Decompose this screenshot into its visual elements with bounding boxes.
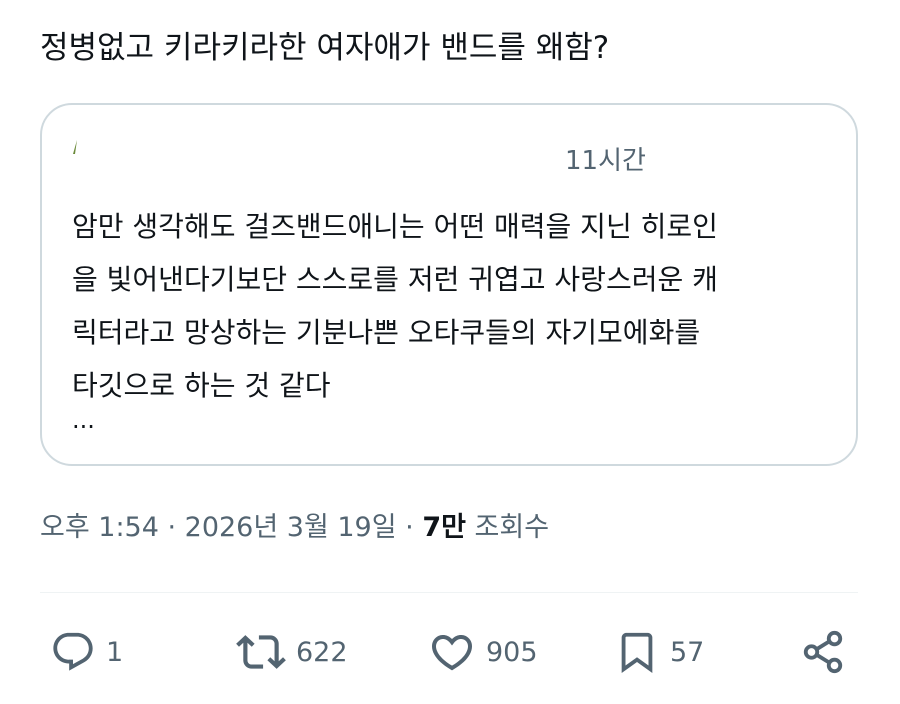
retweet-button[interactable]: 622 xyxy=(236,620,348,684)
quoted-tweet-card[interactable]: 11시간 암만 생각해도 걸즈밴드애니는 어떤 매력을 지닌 히로인 을 빛어낸… xyxy=(40,103,858,466)
share-icon xyxy=(803,630,843,674)
share-button[interactable] xyxy=(800,620,846,684)
quoted-timestamp[interactable]: 11시간 xyxy=(565,143,646,179)
action-bar: 1 622 905 57 xyxy=(0,620,900,684)
quoted-text-line: 을 빛어낸다기보단 스스로를 저런 귀엽고 사랑스러운 캐 xyxy=(72,263,718,296)
tweet-detail: 정병없고 키라키라한 여자애가 밴드를 왜함? 11시간 암만 생각해도 걸즈밴… xyxy=(0,0,900,704)
like-button[interactable]: 905 xyxy=(428,620,538,684)
like-count: 905 xyxy=(486,636,538,668)
views-label: 조회수 xyxy=(465,512,550,543)
bookmark-button[interactable]: 57 xyxy=(614,620,704,684)
bookmark-count: 57 xyxy=(670,636,705,668)
reply-count: 1 xyxy=(106,636,124,668)
divider xyxy=(40,592,858,593)
reply-button[interactable]: 1 xyxy=(50,620,123,684)
quoted-text-line: 릭터라고 망상하는 기분나쁜 오타쿠들의 자기모에화를 xyxy=(72,316,701,349)
quoted-tweet-text: 암만 생각해도 걸즈밴드애니는 어떤 매력을 지닌 히로인 을 빛어낸다기보단 … xyxy=(72,200,832,412)
bookmark-icon xyxy=(621,632,653,673)
quoted-truncation: ... xyxy=(72,406,95,434)
tweet-text: 정병없고 키라키라한 여자애가 밴드를 왜함? xyxy=(40,30,610,66)
views-count[interactable]: 7만 xyxy=(422,512,466,543)
heart-icon xyxy=(431,635,473,671)
retweet-icon xyxy=(236,635,286,669)
quoted-text-line: 암만 생각해도 걸즈밴드애니는 어떤 매력을 지닌 히로인 xyxy=(72,210,718,243)
reply-icon xyxy=(53,632,93,671)
tweet-timestamp[interactable]: 오후 1:54 · 2026년 3월 19일 · xyxy=(40,512,422,543)
retweet-count: 622 xyxy=(296,636,348,668)
quoted-avatar xyxy=(73,140,77,154)
tweet-meta: 오후 1:54 · 2026년 3월 19일 · 7만 조회수 xyxy=(40,506,549,550)
quoted-text-line: 타깃으로 하는 것 같다 xyxy=(72,369,331,402)
